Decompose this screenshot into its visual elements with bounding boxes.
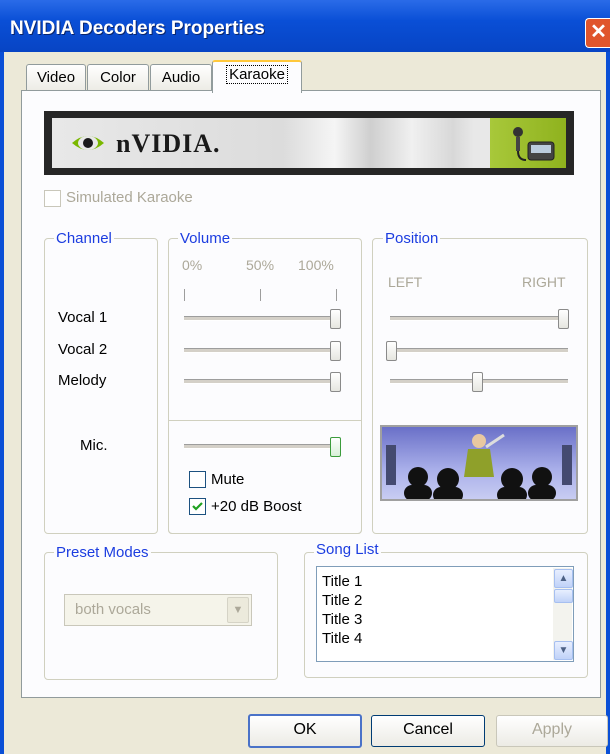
- list-item[interactable]: Title 1: [322, 573, 362, 590]
- window-frame-left: [0, 52, 4, 754]
- volume-scale-100: 100%: [298, 257, 334, 273]
- volume-vocal2-track: [184, 348, 338, 353]
- song-listbox[interactable]: Title 1 Title 2 Title 3 Title 4 ▲ ▼: [316, 566, 574, 662]
- volume-vocal1-slider[interactable]: [330, 309, 341, 329]
- volume-melody-slider[interactable]: [330, 372, 341, 392]
- position-right-label: RIGHT: [522, 274, 566, 290]
- banner-accent: [490, 118, 566, 168]
- channel-vocal1-label: Vocal 1: [58, 309, 108, 326]
- list-item[interactable]: Title 2: [322, 592, 362, 609]
- window-title: NVIDIA Decoders Properties: [10, 18, 265, 39]
- preset-modes-selected: both vocals: [75, 601, 151, 618]
- simulated-karaoke-label: Simulated Karaoke: [66, 189, 193, 206]
- close-button[interactable]: ✕: [585, 18, 610, 48]
- position-vocal1-slider[interactable]: [558, 309, 569, 329]
- preset-modes-title: Preset Modes: [54, 544, 151, 561]
- song-list-title: Song List: [314, 541, 381, 558]
- position-vocal2-slider[interactable]: [386, 341, 397, 361]
- tab-karaoke[interactable]: Karaoke: [212, 60, 302, 93]
- boost-checkbox[interactable]: [189, 498, 206, 515]
- position-left-label: LEFT: [388, 274, 423, 290]
- mute-checkbox[interactable]: [189, 471, 206, 488]
- tab-karaoke-label: Karaoke: [226, 65, 288, 84]
- volume-vocal1-track: [184, 316, 338, 321]
- volume-mic-slider[interactable]: [330, 437, 341, 457]
- boost-label: +20 dB Boost: [211, 498, 302, 515]
- preset-modes-dropdown[interactable]: both vocals ▼: [64, 594, 252, 626]
- nvidia-wordmark: nVIDIA.: [116, 129, 221, 158]
- volume-tick-50: [260, 289, 261, 301]
- nvidia-banner: nVIDIA.: [44, 111, 574, 175]
- nvidia-eye-icon: [72, 136, 104, 150]
- volume-melody-track: [184, 379, 338, 384]
- ok-button[interactable]: OK: [248, 714, 362, 748]
- channel-melody-label: Melody: [58, 372, 107, 389]
- karaoke-scene-icon: [386, 433, 572, 499]
- position-vocal2-track: [390, 348, 568, 353]
- channel-vocal2-label: Vocal 2: [58, 341, 108, 358]
- volume-scale-0: 0%: [182, 257, 203, 273]
- volume-tick-100: [336, 289, 337, 301]
- list-item[interactable]: Title 4: [322, 630, 362, 647]
- banner-background: nVIDIA.: [52, 118, 566, 168]
- tab-color[interactable]: Color: [87, 64, 149, 91]
- mute-label: Mute: [211, 471, 245, 488]
- volume-group-title: Volume: [178, 230, 233, 247]
- microphone-icon: [513, 127, 555, 161]
- simulated-karaoke-checkbox[interactable]: [44, 190, 61, 207]
- scroll-down-icon[interactable]: ▼: [554, 641, 573, 660]
- song-list-scrollbar[interactable]: ▲ ▼: [553, 568, 573, 660]
- checkmark-icon: [192, 502, 203, 511]
- tab-audio[interactable]: Audio: [150, 64, 212, 91]
- position-vocal1-track: [390, 316, 568, 321]
- chevron-down-icon[interactable]: ▼: [227, 597, 249, 623]
- scroll-up-icon[interactable]: ▲: [554, 569, 573, 588]
- cancel-button[interactable]: Cancel: [371, 715, 485, 747]
- karaoke-singer-image: [380, 425, 578, 501]
- tab-video[interactable]: Video: [26, 64, 86, 91]
- scrollbar-thumb[interactable]: [554, 589, 573, 603]
- window-frame-right: [606, 52, 610, 754]
- volume-scale-50: 50%: [246, 257, 275, 273]
- apply-button[interactable]: Apply: [496, 715, 608, 747]
- channel-mic-label: Mic.: [80, 437, 108, 454]
- volume-tick-0: [184, 289, 185, 301]
- volume-vocal2-slider[interactable]: [330, 341, 341, 361]
- position-melody-slider[interactable]: [472, 372, 483, 392]
- list-item[interactable]: Title 3: [322, 611, 362, 628]
- channel-group-title: Channel: [54, 230, 114, 247]
- volume-mic-track: [184, 444, 338, 449]
- position-group-title: Position: [383, 230, 441, 247]
